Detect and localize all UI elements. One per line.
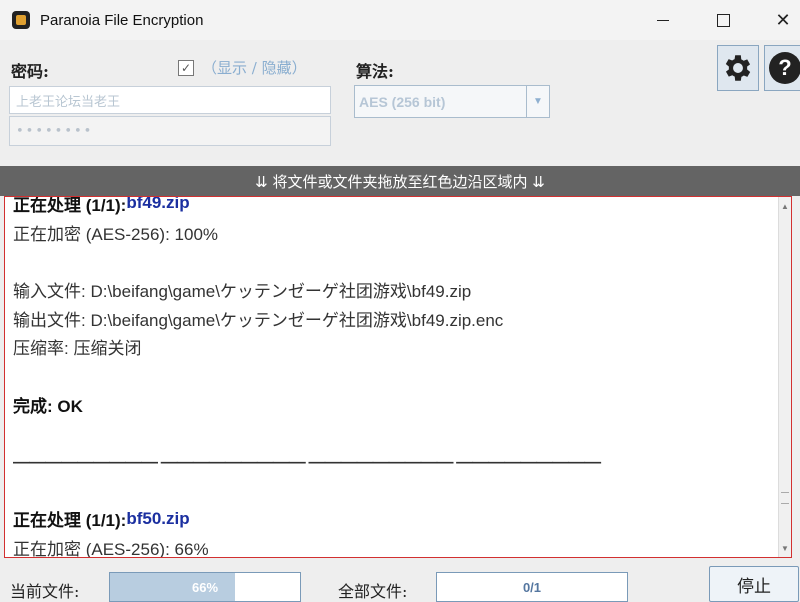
log-line: 正在处理 (1/1): bf49.zip bbox=[13, 196, 771, 218]
log-line: ————————— ————————— ————————— ————————— bbox=[13, 447, 771, 476]
current-file-progress: 66% bbox=[109, 572, 301, 602]
log-line: 输出文件: D:\beifang\game\ケッテンゼーゲ社团游戏\bf49.z… bbox=[13, 304, 771, 333]
settings-button[interactable] bbox=[717, 45, 759, 91]
current-file-progress-text: 66% bbox=[191, 579, 219, 595]
log-line: 输入文件: D:\beifang\game\ケッテンゼーゲ社团游戏\bf49.z… bbox=[13, 275, 771, 304]
log-text: 输出文件: D:\beifang\game\ケッテンゼーゲ社团游戏\bf49.z… bbox=[13, 310, 504, 330]
log-text: 压缩率: 压缩关闭 bbox=[13, 339, 142, 359]
maximize-button[interactable] bbox=[700, 0, 746, 40]
window-title: Paranoia File Encryption bbox=[40, 11, 204, 29]
log-line: 正在加密 (AES-256): 100% bbox=[13, 218, 771, 247]
log-text: 完成: OK bbox=[13, 396, 83, 416]
scroll-down-icon[interactable]: ▼ bbox=[779, 541, 791, 555]
total-files-progress: 0/1 bbox=[436, 572, 628, 602]
help-icon: ? bbox=[769, 52, 800, 84]
gear-icon bbox=[725, 55, 751, 81]
show-hide-checkbox[interactable]: ✓ bbox=[178, 59, 194, 76]
help-button[interactable]: ? bbox=[764, 45, 800, 91]
algorithm-label: 算法: bbox=[356, 62, 394, 81]
app-icon bbox=[12, 11, 30, 29]
log-line: 压缩率: 压缩关闭 bbox=[13, 332, 771, 361]
log-line: 正在加密 (AES-256): 66% bbox=[13, 533, 771, 558]
chevron-down-icon[interactable]: ▼ bbox=[526, 86, 549, 117]
total-files-progress-text: 0/1 bbox=[522, 579, 542, 595]
log-output-area[interactable]: 正在处理 (1/1): bf49.zip 正在加密 (AES-256): 100%… bbox=[4, 196, 792, 558]
title-bar: Paranoia File Encryption ✕ bbox=[0, 0, 800, 40]
scroll-up-icon[interactable]: ▲ bbox=[779, 199, 791, 213]
show-hide-label: （显示 / 隐藏） bbox=[202, 59, 307, 77]
algorithm-selected-value: AES (256 bit) bbox=[359, 93, 446, 110]
current-file-label: 当前文件: bbox=[10, 582, 80, 601]
log-text: 正在处理 (1/1): bbox=[13, 511, 127, 531]
show-hide-toggle[interactable]: ✓ （显示 / 隐藏） bbox=[178, 57, 307, 78]
log-line: 完成: OK bbox=[13, 390, 771, 419]
stop-button[interactable]: 停止 bbox=[709, 566, 799, 602]
algorithm-select[interactable]: AES (256 bit) ▼ bbox=[354, 85, 550, 118]
log-text: 正在处理 (1/1): bbox=[13, 196, 127, 215]
password-input[interactable]: 上老王论坛当老王 bbox=[9, 86, 331, 114]
close-button[interactable]: ✕ bbox=[760, 0, 800, 40]
log-text: ————————— ————————— ————————— ————————— bbox=[13, 451, 601, 471]
log-scrollbar[interactable]: ▲ ▼ bbox=[778, 197, 791, 557]
drop-zone-banner: ⇊ 将文件或文件夹拖放至红色边沿区域内 ⇊ bbox=[0, 166, 800, 196]
maximize-icon bbox=[716, 13, 730, 27]
minimize-button[interactable] bbox=[640, 0, 686, 40]
log-filename: bf49.zip bbox=[126, 196, 190, 213]
total-files-label: 全部文件: bbox=[338, 582, 408, 601]
log-filename: bf50.zip bbox=[126, 508, 190, 528]
password-label: 密码: bbox=[11, 62, 49, 81]
log-text: 正在加密 (AES-256): 66% bbox=[13, 540, 209, 558]
log-line: 正在处理 (1/1): bf50.zip bbox=[13, 505, 771, 534]
password-confirm-input[interactable]: •••••••• bbox=[9, 116, 331, 146]
scroll-grip-icon[interactable] bbox=[781, 492, 789, 504]
minimize-icon bbox=[657, 19, 669, 21]
log-content: 正在处理 (1/1): bf49.zip 正在加密 (AES-256): 100%… bbox=[13, 196, 771, 558]
log-text: 正在加密 (AES-256): 100% bbox=[13, 224, 219, 244]
log-text: 输入文件: D:\beifang\game\ケッテンゼーゲ社团游戏\bf49.z… bbox=[13, 281, 472, 301]
